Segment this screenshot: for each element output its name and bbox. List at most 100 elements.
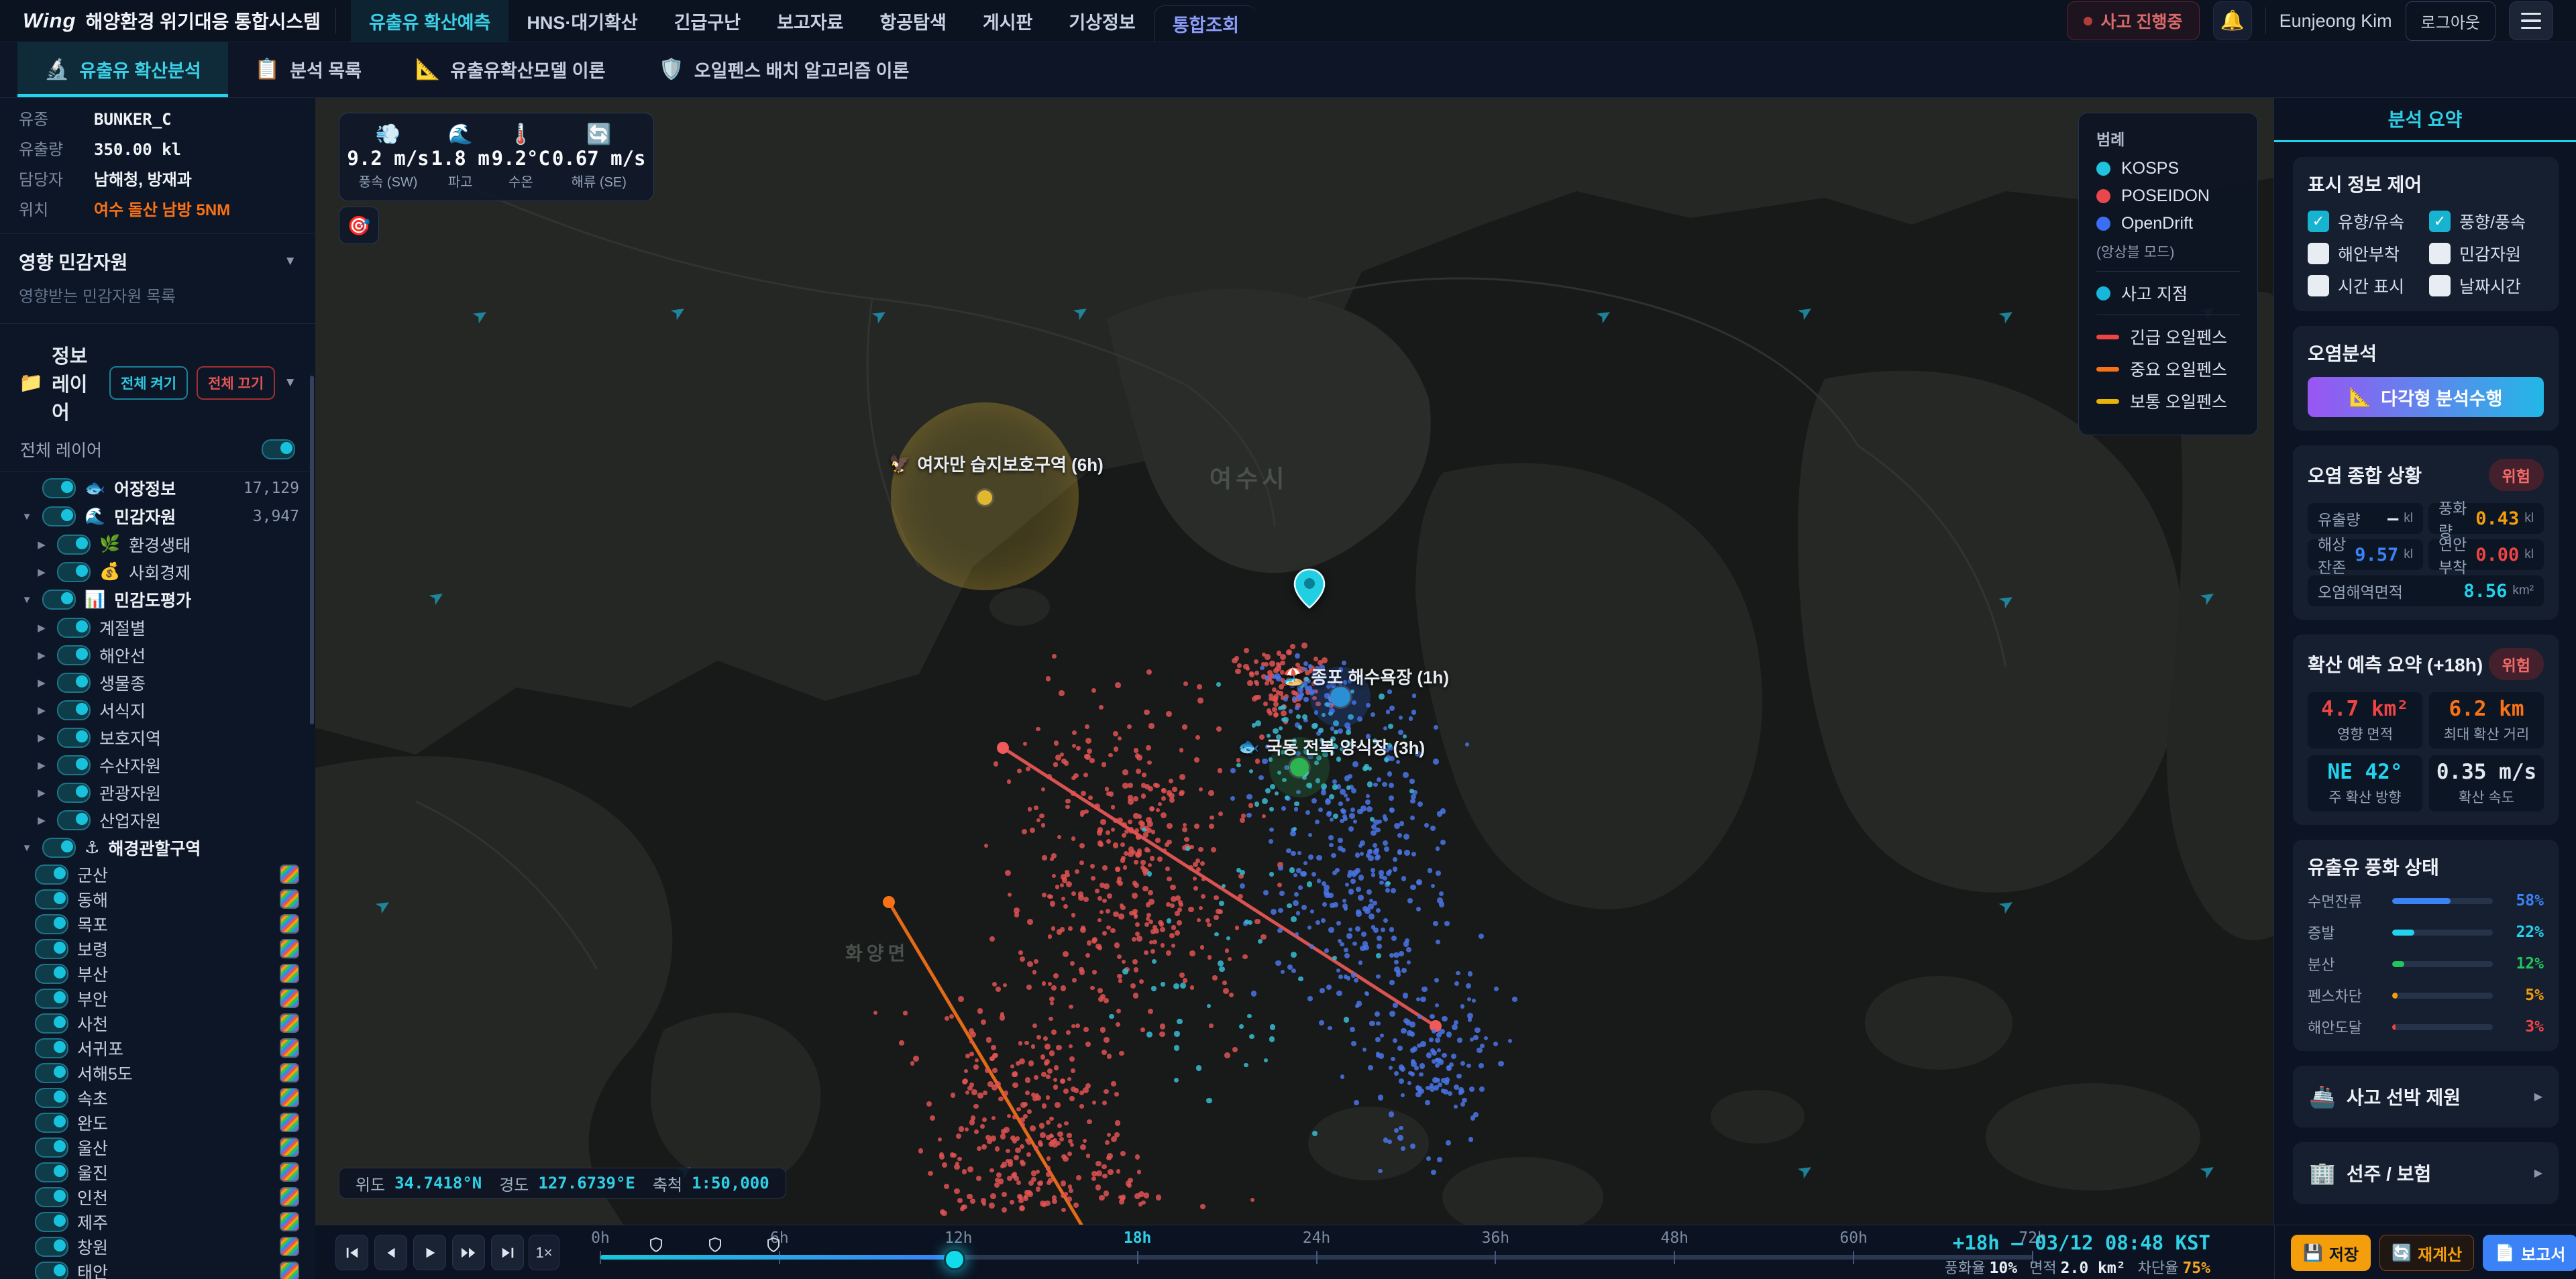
layer-toggle[interactable] [35,939,68,959]
layer-toggle[interactable] [42,478,76,498]
logout-button[interactable]: 로그아웃 [2406,1,2496,41]
layer-style-button[interactable] [280,1137,299,1157]
layer-toggle[interactable] [57,728,91,748]
nav-tab-게시판[interactable]: 게시판 [965,0,1051,42]
chevron-right-icon[interactable]: ▶ [35,732,48,744]
layers-all-off-button[interactable]: 전체 끄기 [197,366,275,400]
layer-style-button[interactable] [280,1063,299,1082]
layer-toggle[interactable] [42,590,76,610]
subtab-유출유확산모델 이론[interactable]: 📐유출유확산모델 이론 [388,42,632,97]
timeline-handle[interactable] [944,1249,965,1270]
checkbox-날짜시간[interactable]: 날짜시간 [2429,274,2544,298]
fold-header[interactable]: 🏢선주 / 보험▶ [2308,1156,2544,1190]
chevron-right-icon[interactable]: ▶ [35,649,48,661]
skip-start-button[interactable] [335,1235,368,1270]
chevron-right-icon[interactable]: ▶ [35,759,48,771]
playback-speed-button[interactable]: 1× [529,1235,559,1270]
layer-toggle[interactable] [35,914,68,934]
layer-toggle[interactable] [35,1262,68,1279]
chevron-right-icon[interactable]: ▶ [35,787,48,799]
layer-toggle[interactable] [35,1162,68,1182]
subtab-분석 목록[interactable]: 📋분석 목록 [228,42,388,97]
fence-deploy-marker-icon[interactable] [767,1237,780,1256]
fence-deploy-marker-icon[interactable] [649,1237,663,1256]
chevron-down-icon[interactable]: ▼ [20,511,34,522]
layer-toggle[interactable] [57,810,91,830]
chevron-down-icon[interactable]: ▼ [20,842,34,854]
checkbox-시간 표시[interactable]: 시간 표시 [2308,274,2422,298]
chevron-down-icon[interactable]: ▼ [20,594,34,606]
layer-style-button[interactable] [280,1113,299,1132]
layer-style-button[interactable] [280,889,299,909]
skip-end-button[interactable] [491,1235,524,1270]
nav-tab-유출유 확산예측[interactable]: 유출유 확산예측 [351,0,508,42]
subtab-오일펜스 배치 알고리즘 이론[interactable]: 🛡️오일펜스 배치 알고리즘 이론 [632,42,936,97]
nav-tab-긴급구난[interactable]: 긴급구난 [656,0,759,42]
재계산-button[interactable]: 🔄재계산 [2379,1235,2474,1271]
menu-button[interactable] [2509,1,2553,40]
fast-forward-button[interactable] [452,1235,485,1270]
step-back-button[interactable] [374,1235,407,1270]
저장-button[interactable]: 💾저장 [2291,1235,2371,1271]
layer-style-button[interactable] [280,939,299,958]
play-button[interactable] [413,1235,446,1270]
checkbox-해안부착[interactable]: 해안부착 [2308,241,2422,266]
polygon-analysis-button[interactable]: 📐 다각형 분석수행 [2308,377,2544,417]
protected-area-marker[interactable] [977,490,992,505]
layer-toggle[interactable] [42,506,76,526]
layer-toggle[interactable] [35,889,68,909]
layer-toggle[interactable] [57,645,91,665]
layer-toggle[interactable] [57,783,91,803]
layer-toggle[interactable] [57,755,91,775]
layer-toggle[interactable] [35,1013,68,1034]
layer-style-button[interactable] [280,914,299,934]
fence-deploy-marker-icon[interactable] [708,1237,722,1256]
nav-tab-통합조회[interactable]: 통합조회 [1154,5,1257,42]
layer-toggle[interactable] [35,1038,68,1058]
layer-style-button[interactable] [280,1212,299,1231]
layer-style-button[interactable] [280,865,299,884]
layer-style-button[interactable] [280,1237,299,1256]
layer-style-button[interactable] [280,1187,299,1207]
layer-toggle[interactable] [35,1212,68,1232]
layer-style-button[interactable] [280,964,299,983]
layer-toggle[interactable] [35,1088,68,1108]
nav-tab-기상정보[interactable]: 기상정보 [1051,0,1153,42]
layer-toggle[interactable] [57,535,91,555]
map-area[interactable]: 여수시화양면 ➤➤➤➤➤➤➤➤➤➤➤➤➤➤➤➤ 🦅여자만 습지보호구역 (6h)… [315,97,2274,1225]
layer-toggle[interactable] [35,865,68,885]
layer-style-button[interactable] [280,1088,299,1107]
chevron-right-icon[interactable]: ▶ [35,814,48,826]
layer-toggle[interactable] [42,838,76,858]
master-layer-toggle[interactable] [262,439,295,459]
checkbox-유향/유속[interactable]: ✓유향/유속 [2308,209,2422,233]
layer-style-button[interactable] [280,989,299,1008]
notifications-button[interactable]: 🔔 [2213,1,2252,40]
layers-all-on-button[interactable]: 전체 켜기 [109,366,188,400]
layer-toggle[interactable] [35,964,68,984]
layer-toggle[interactable] [35,1237,68,1257]
chevron-right-icon[interactable]: ▶ [35,539,48,551]
nav-tab-항공탐색[interactable]: 항공탐색 [861,0,964,42]
layer-style-button[interactable] [280,1162,299,1182]
chevron-right-icon[interactable]: ▶ [35,704,48,716]
layer-toggle[interactable] [57,673,91,693]
layer-toggle[interactable] [57,562,91,582]
subtab-유출유 확산분석[interactable]: 🔬유출유 확산분석 [17,42,228,97]
fold-header[interactable]: 🚢사고 선박 제원▶ [2308,1079,2544,1114]
layer-toggle[interactable] [35,1063,68,1083]
layer-toggle[interactable] [57,700,91,720]
layer-toggle[interactable] [35,1113,68,1133]
nav-tab-보고자료[interactable]: 보고자료 [759,0,861,42]
checkbox-풍향/풍속[interactable]: ✓풍향/풍속 [2429,209,2544,233]
beach-marker[interactable] [1330,687,1350,707]
보고서-button[interactable]: 📄보고서 [2483,1235,2576,1271]
layer-toggle[interactable] [35,989,68,1009]
chevron-right-icon[interactable]: ▶ [35,622,48,634]
farm-marker[interactable] [1290,758,1309,777]
sidebar-scrollbar[interactable] [310,376,314,724]
layer-toggle[interactable] [35,1187,68,1207]
layer-style-button[interactable] [280,1262,299,1279]
incident-pin-icon[interactable] [1293,568,1326,610]
locate-incident-button[interactable]: 🎯 [339,207,379,244]
